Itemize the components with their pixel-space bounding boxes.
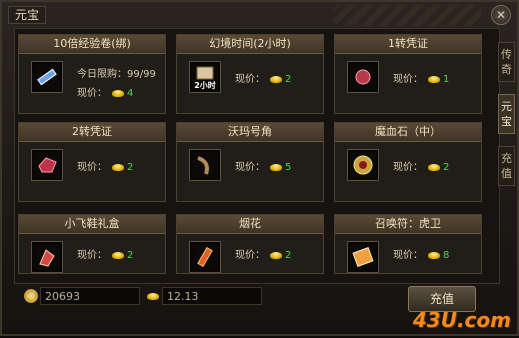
item-price: 现价： 1 — [393, 73, 449, 87]
price-value: 1 — [443, 74, 450, 85]
price-label: 现价： — [235, 162, 265, 173]
ingot-icon — [428, 163, 440, 171]
shop-item-card[interactable]: 魔血石（中） 现价： 2 — [334, 122, 482, 202]
firework-icon[interactable] — [189, 241, 221, 273]
price-value: 4 — [127, 88, 134, 99]
red-crystal-icon[interactable] — [31, 149, 63, 181]
item-name: 2转凭证 — [19, 123, 165, 142]
tab-legend[interactable]: 传 奇 — [498, 42, 515, 82]
flying-shoes-icon[interactable] — [31, 241, 63, 273]
gold-coin-icon — [24, 289, 38, 303]
item-name: 小飞鞋礼盒 — [19, 215, 165, 234]
item-name: 10倍经验卷(绑) — [19, 35, 165, 54]
ingot-icon — [112, 251, 124, 259]
limit-label: 今日限购： — [77, 69, 127, 80]
horn-icon[interactable] — [189, 149, 221, 181]
item-price: 现价： 2 — [77, 161, 133, 175]
shop-item-card[interactable]: 10倍经验卷(绑) 今日限购：99/99 现价： 4 — [18, 34, 166, 114]
shop-item-card[interactable]: 1转凭证现价： 1 — [334, 34, 482, 114]
ingot-icon — [112, 163, 124, 171]
ingot-icon — [270, 251, 282, 259]
ingots-display: 12.13 — [162, 287, 262, 305]
price-value: 2 — [127, 162, 134, 173]
window-title: 元宝 — [8, 6, 47, 24]
ingot-icon — [147, 293, 159, 300]
price-label: 现价： — [393, 250, 423, 261]
shop-item-card[interactable]: 召唤符：虎卫现价： 8 — [334, 214, 482, 274]
site-watermark: 43U.com — [412, 308, 511, 332]
price-value: 2 — [127, 250, 134, 261]
time-scroll-icon[interactable]: 2小时 — [189, 61, 221, 93]
limit-value: 99/99 — [127, 69, 156, 80]
ingot-icon — [270, 163, 282, 171]
purchase-limit: 今日限购：99/99 — [77, 65, 156, 80]
price-value: 2 — [285, 74, 292, 85]
price-label: 现价： — [77, 88, 107, 99]
item-price: 现价： 5 — [235, 161, 291, 175]
price-label: 现价： — [235, 74, 265, 85]
shop-item-card[interactable]: 2转凭证现价： 2 — [18, 122, 166, 202]
ingot-icon — [270, 75, 282, 83]
item-name: 沃玛号角 — [177, 123, 323, 142]
item-name: 1转凭证 — [335, 35, 481, 54]
shop-item-card[interactable]: 烟花现价： 2 — [176, 214, 324, 274]
ingot-icon — [428, 75, 440, 83]
item-price: 现价： 2 — [235, 73, 291, 87]
shop-item-card[interactable]: 沃玛号角现价： 5 — [176, 122, 324, 202]
price-value: 2 — [443, 162, 450, 173]
price-value: 8 — [443, 250, 450, 261]
price-label: 现价： — [77, 250, 107, 261]
tab-recharge[interactable]: 充 值 — [498, 146, 515, 186]
item-price: 现价： 4 — [77, 87, 133, 101]
red-token-icon[interactable] — [347, 61, 379, 93]
item-name: 召唤符：虎卫 — [335, 215, 481, 234]
price-label: 现价： — [77, 162, 107, 173]
item-name: 幻境时间(2小时) — [177, 35, 323, 54]
price-value: 2 — [285, 250, 292, 261]
ingot-icon — [428, 251, 440, 259]
tab-ingot[interactable]: 元 宝 — [498, 94, 515, 134]
gold-coins-display: 20693 — [40, 287, 140, 305]
item-price: 现价： 8 — [393, 249, 449, 263]
blood-stone-icon[interactable] — [347, 149, 379, 181]
item-price: 现价： 2 — [235, 249, 291, 263]
item-name: 烟花 — [177, 215, 323, 234]
price-value: 5 — [285, 162, 292, 173]
item-price: 现价： 2 — [77, 249, 133, 263]
ingot-icon — [112, 89, 124, 97]
price-label: 现价： — [235, 250, 265, 261]
shop-item-card[interactable]: 幻境时间(2小时) 2小时 现价： 2 — [176, 34, 324, 114]
scroll-icon[interactable] — [31, 61, 63, 93]
price-label: 现价： — [393, 162, 423, 173]
shop-item-card[interactable]: 小飞鞋礼盒现价： 2 — [18, 214, 166, 274]
item-name: 魔血石（中） — [335, 123, 481, 142]
summon-scroll-icon[interactable] — [347, 241, 379, 273]
close-button[interactable]: ✕ — [491, 5, 511, 25]
icon-caption: 2小时 — [194, 81, 216, 90]
item-price: 现价： 2 — [393, 161, 449, 175]
decorative-header-ornament — [332, 4, 482, 26]
price-label: 现价： — [393, 74, 423, 85]
